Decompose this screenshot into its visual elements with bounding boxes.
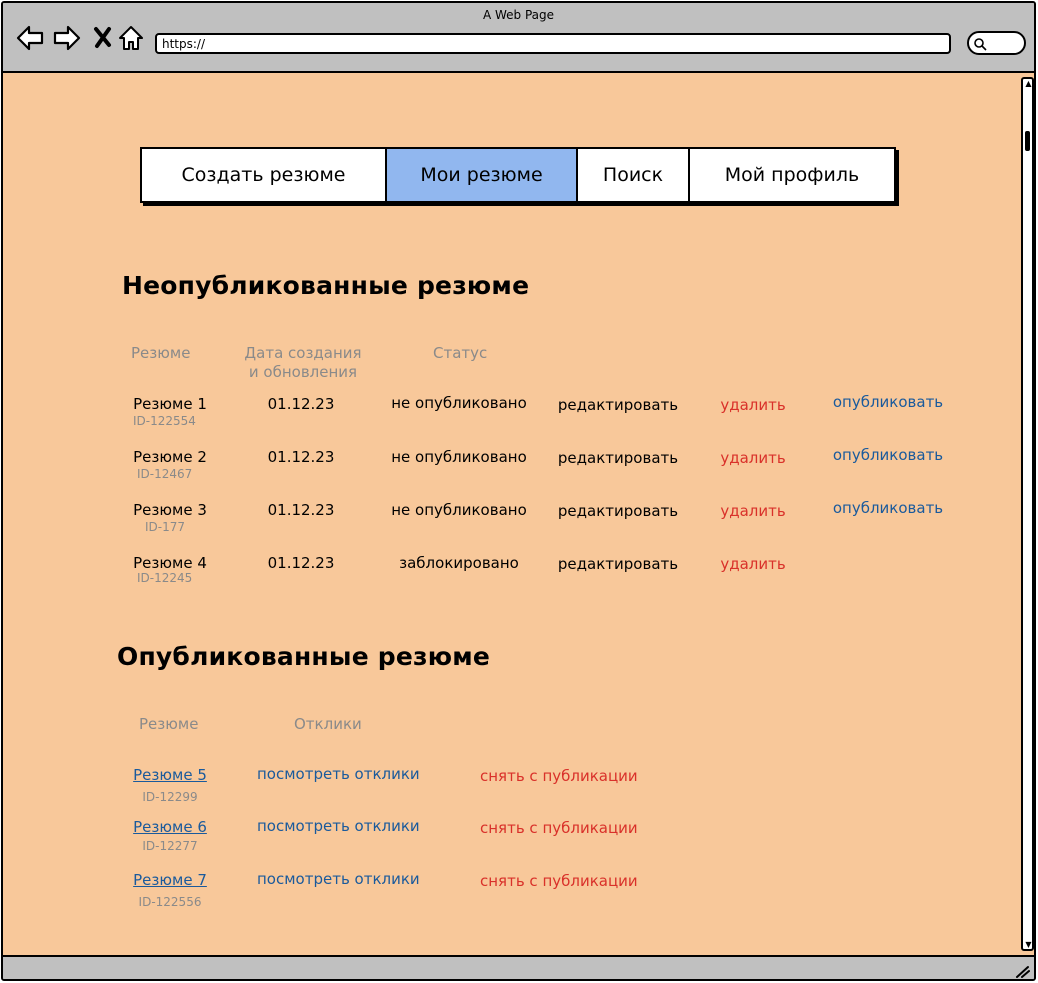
browser-toolbar: A Web Page https:// [3,3,1034,73]
view-responses-link[interactable]: посмотреть отклики [257,817,420,835]
resume-date: 01.12.23 [267,395,335,413]
resume-id: ID-12299 [142,790,198,804]
back-arrow-icon[interactable] [15,23,45,53]
resume-date: 01.12.23 [267,554,335,572]
edit-link[interactable]: редактировать [558,449,678,467]
address-bar-text: https:// [162,37,206,51]
search-icon [974,38,987,51]
unpublished-header-status: Статус [433,344,488,362]
edit-link[interactable]: редактировать [558,555,678,573]
edit-link[interactable]: редактировать [558,502,678,520]
unpublished-header-dates-line2: и обновления [248,363,358,381]
resume-id: ID-12277 [142,839,198,853]
resume-link[interactable]: Резюме 6 [133,818,207,836]
home-icon[interactable] [116,23,146,53]
browser-window: A Web Page https:// Создать резюме Мои р… [1,1,1036,981]
resume-link[interactable]: Резюме 5 [133,766,207,784]
publish-link[interactable]: опубликовать [833,393,943,411]
resume-status: не опубликовано [391,501,527,519]
tab-search[interactable]: Поиск [578,149,690,201]
published-section-title: Опубликованные резюме [117,642,491,671]
scroll-down-icon[interactable]: ▼ [1024,940,1033,949]
resume-id: ID-12245 [137,571,193,585]
resume-date: 01.12.23 [267,448,335,466]
view-responses-link[interactable]: посмотреть отклики [257,765,420,783]
published-header-responses: Отклики [294,715,362,733]
resume-id: ID-122554 [133,414,196,428]
resume-date: 01.12.23 [267,501,335,519]
unpublish-link[interactable]: снять с публикации [480,767,638,785]
publish-link[interactable]: опубликовать [833,446,943,464]
main-tabs: Создать резюме Мои резюме Поиск Мой проф… [140,147,896,203]
resume-id: ID-177 [145,520,186,534]
resume-id: ID-12467 [137,467,193,481]
forward-arrow-icon[interactable] [52,23,82,53]
delete-link[interactable]: удалить [720,396,785,414]
address-bar[interactable]: https:// [155,33,951,54]
window-title: A Web Page [482,8,555,22]
resume-id: ID-122556 [138,895,202,909]
unpublish-link[interactable]: снять с публикации [480,872,638,890]
publish-link[interactable]: опубликовать [833,499,943,517]
page-content: Создать резюме Мои резюме Поиск Мой проф… [3,73,1019,955]
resume-name: Резюме 3 [133,501,207,519]
scrollbar-thumb[interactable] [1025,131,1030,151]
browser-search-field[interactable] [967,31,1026,55]
resume-status: не опубликовано [391,394,527,412]
resume-status: не опубликовано [391,448,527,466]
unpublish-link[interactable]: снять с публикации [480,819,638,837]
close-icon[interactable] [89,23,119,53]
tab-create-resume[interactable]: Создать резюме [142,149,387,201]
tab-my-resumes[interactable]: Мои резюме [387,149,578,201]
resume-name: Резюме 1 [133,395,207,413]
resume-status: заблокировано [399,554,519,572]
vertical-scrollbar[interactable]: ▲ ▼ [1019,73,1034,955]
resume-link[interactable]: Резюме 7 [133,871,207,889]
resize-grip-icon[interactable] [1014,964,1030,978]
status-bar [3,955,1034,979]
scrollbar-track[interactable]: ▲ ▼ [1021,77,1034,951]
tab-my-profile[interactable]: Мой профиль [690,149,894,201]
unpublished-section-title: Неопубликованные резюме [122,271,530,300]
edit-link[interactable]: редактировать [558,396,678,414]
view-responses-link[interactable]: посмотреть отклики [257,870,420,888]
resume-name: Резюме 2 [133,448,207,466]
resume-name: Резюме 4 [133,554,207,572]
unpublished-header-dates-line1: Дата создания [244,344,362,362]
unpublished-header-resume: Резюме [131,344,191,362]
delete-link[interactable]: удалить [720,449,785,467]
published-header-resume: Резюме [139,715,199,733]
scroll-up-icon[interactable]: ▲ [1024,79,1033,88]
unpublished-header-dates: Дата создания и обновления [243,344,363,382]
delete-link[interactable]: удалить [720,502,785,520]
delete-link[interactable]: удалить [720,555,785,573]
